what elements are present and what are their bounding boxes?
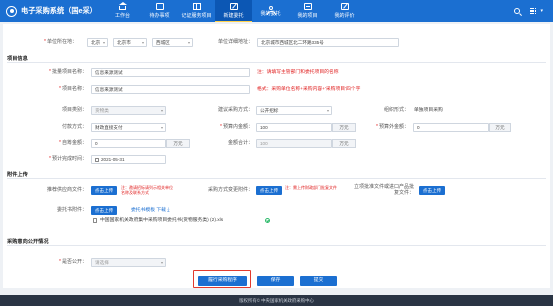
batch-name-label: *批量项目名称： <box>49 69 87 75</box>
uploaded-file-name[interactable]: 中国国家机关政府集中采购项目委托书(货物服务类) (2).xls <box>100 216 223 225</box>
total-label: 金额合计： <box>227 140 253 146</box>
self-fund-input[interactable]: 0 <box>91 139 166 148</box>
category-select[interactable]: 货物类 <box>91 106 166 115</box>
home-icon <box>118 2 127 10</box>
total-unit: 万元 <box>332 139 356 148</box>
upload-entrust-button[interactable]: 点击上传 <box>91 206 117 215</box>
public-select[interactable]: 请选择 <box>91 258 166 267</box>
total-input: 100 <box>256 139 332 148</box>
project-name-input[interactable]: 信息来源测试 <box>91 85 250 94</box>
nav-label: 工作台 <box>114 13 130 19</box>
my-review-icon <box>340 3 349 10</box>
supplier-hint: 注：邀请招标请列示相关单位名称及联系方式 <box>121 185 173 195</box>
upload-success-icon <box>265 218 270 223</box>
method-label: 建议采购方式： <box>217 107 253 113</box>
nav-label: 待办事项 <box>149 13 170 19</box>
top-nav-bar: 电子采购系统（国e采） 工作台 待办事项 记证服务项目 新建委托 我的委托 我的… <box>0 0 553 22</box>
search-icon[interactable] <box>513 8 520 14</box>
action-bar: 履行采购程序 保存 提交 <box>0 274 553 288</box>
section-title-attachments: 附件上传 <box>7 172 28 178</box>
method-select[interactable]: 公开招标 <box>256 106 332 115</box>
my-commission-icon <box>267 5 276 15</box>
new-commission-icon <box>229 2 238 10</box>
address-input[interactable]: 北京城市西城区北二环路335号 <box>257 38 399 47</box>
section-divider <box>7 245 546 246</box>
nav-label: 我的评价 <box>334 13 355 19</box>
nav-item-my-commission[interactable]: 我的委托 <box>252 0 289 22</box>
file-icon <box>93 218 97 223</box>
upload-supplier-button[interactable]: 点击上传 <box>91 186 117 195</box>
service-icon <box>192 3 201 10</box>
nav-item-my-review[interactable]: 我的评价 <box>326 0 363 22</box>
section-divider <box>7 62 546 63</box>
project-name-hint: 格式：采购单位名称+采购内容+'采购项目'四个字 <box>257 87 361 92</box>
nav-label: 记证服务项目 <box>181 13 212 19</box>
extra-budget-label: *预算外金额： <box>376 124 409 130</box>
nav-item-workbench[interactable]: 工作台 <box>104 0 141 22</box>
submit-button[interactable]: 提交 <box>300 276 337 286</box>
section-divider <box>7 178 546 179</box>
nav-item-todo[interactable]: 待办事项 <box>141 0 178 22</box>
todo-icon <box>155 3 164 10</box>
upload-import-button[interactable]: 点击上传 <box>419 186 445 195</box>
download-icon: ⤓ <box>167 208 170 213</box>
app-title: 电子采购系统（国e采） <box>21 6 97 15</box>
section-title-publicity: 采购意向公开情况 <box>7 239 49 245</box>
city-select[interactable]: 北京市 <box>113 38 147 47</box>
import-file-label: 立项批准文件或进口产品批复文件： <box>354 184 415 196</box>
commission-form: *单位所在地： 北京 北京市 西城区 单位详细地址： 北京城市西城区北二环路33… <box>3 24 550 288</box>
budget-input[interactable]: 100 <box>256 123 332 132</box>
address-label: 单位详细地址： <box>217 39 253 45</box>
budget-label: *预算内金额： <box>220 124 253 130</box>
batch-name-input[interactable]: 信息来源测试 <box>91 68 250 77</box>
save-button[interactable]: 保存 <box>257 276 294 286</box>
main-nav: 工作台 待办事项 记证服务项目 新建委托 我的委托 我的项目 我的评价 <box>104 0 363 22</box>
location-label: *单位所在地： <box>44 39 77 45</box>
nav-item-new-commission[interactable]: 新建委托 <box>215 0 252 22</box>
payment-select[interactable]: 财政直接支付 <box>91 123 166 132</box>
method-change-label: 采购方式变更附件： <box>207 187 253 193</box>
user-dropdown-icon[interactable]: ▾ <box>540 8 543 14</box>
finish-time-input[interactable]: 2021-05-31 <box>91 155 166 164</box>
category-label: 项目类别： <box>61 107 87 113</box>
org-form-label: 组织形式： <box>383 107 409 113</box>
nav-item-service[interactable]: 记证服务项目 <box>178 0 215 22</box>
entrust-file-label: 委托书附件： <box>56 207 87 213</box>
nav-item-my-project[interactable]: 我的项目 <box>289 0 326 22</box>
supplier-file-label: 推荐供应商文件： <box>46 187 87 193</box>
apps-grid-icon[interactable] <box>529 7 537 15</box>
payment-label: 付款方式： <box>61 124 87 130</box>
province-select[interactable]: 北京 <box>87 38 108 47</box>
extra-budget-unit: 万元 <box>489 123 511 132</box>
my-project-icon <box>303 3 312 10</box>
batch-name-hint: 注：请填写主管部门和委托项目的名称 <box>257 70 339 75</box>
finish-time-label: *预计完成时间： <box>49 156 87 162</box>
public-label: *是否公开： <box>59 259 87 265</box>
calendar-icon <box>95 157 99 162</box>
highlight-box <box>193 270 251 288</box>
extra-budget-input[interactable]: 0 <box>413 123 489 132</box>
nav-label: 新建委托 <box>223 12 244 19</box>
project-name-label: *项目名称： <box>59 86 87 92</box>
logo-icon <box>6 5 17 17</box>
nav-tools: ▾ <box>513 7 543 15</box>
method-change-hint: 注：需上传财政部门批复文件 <box>285 185 337 190</box>
template-download-link[interactable]: 委托书模板 下载 ⤓ <box>131 206 169 215</box>
app-logo[interactable]: 电子采购系统（国e采） <box>6 5 98 17</box>
upload-method-change-button[interactable]: 点击上传 <box>256 186 282 195</box>
district-select[interactable]: 西城区 <box>152 38 193 47</box>
page-footer: 版权所有© 中央国家机关政府采购中心 <box>0 295 553 306</box>
section-title-project: 项目信息 <box>7 56 28 62</box>
self-fund-label: *自筹金额： <box>59 140 87 146</box>
nav-label: 我的项目 <box>297 13 318 19</box>
org-form-value: 单独项目采购 <box>414 108 443 113</box>
